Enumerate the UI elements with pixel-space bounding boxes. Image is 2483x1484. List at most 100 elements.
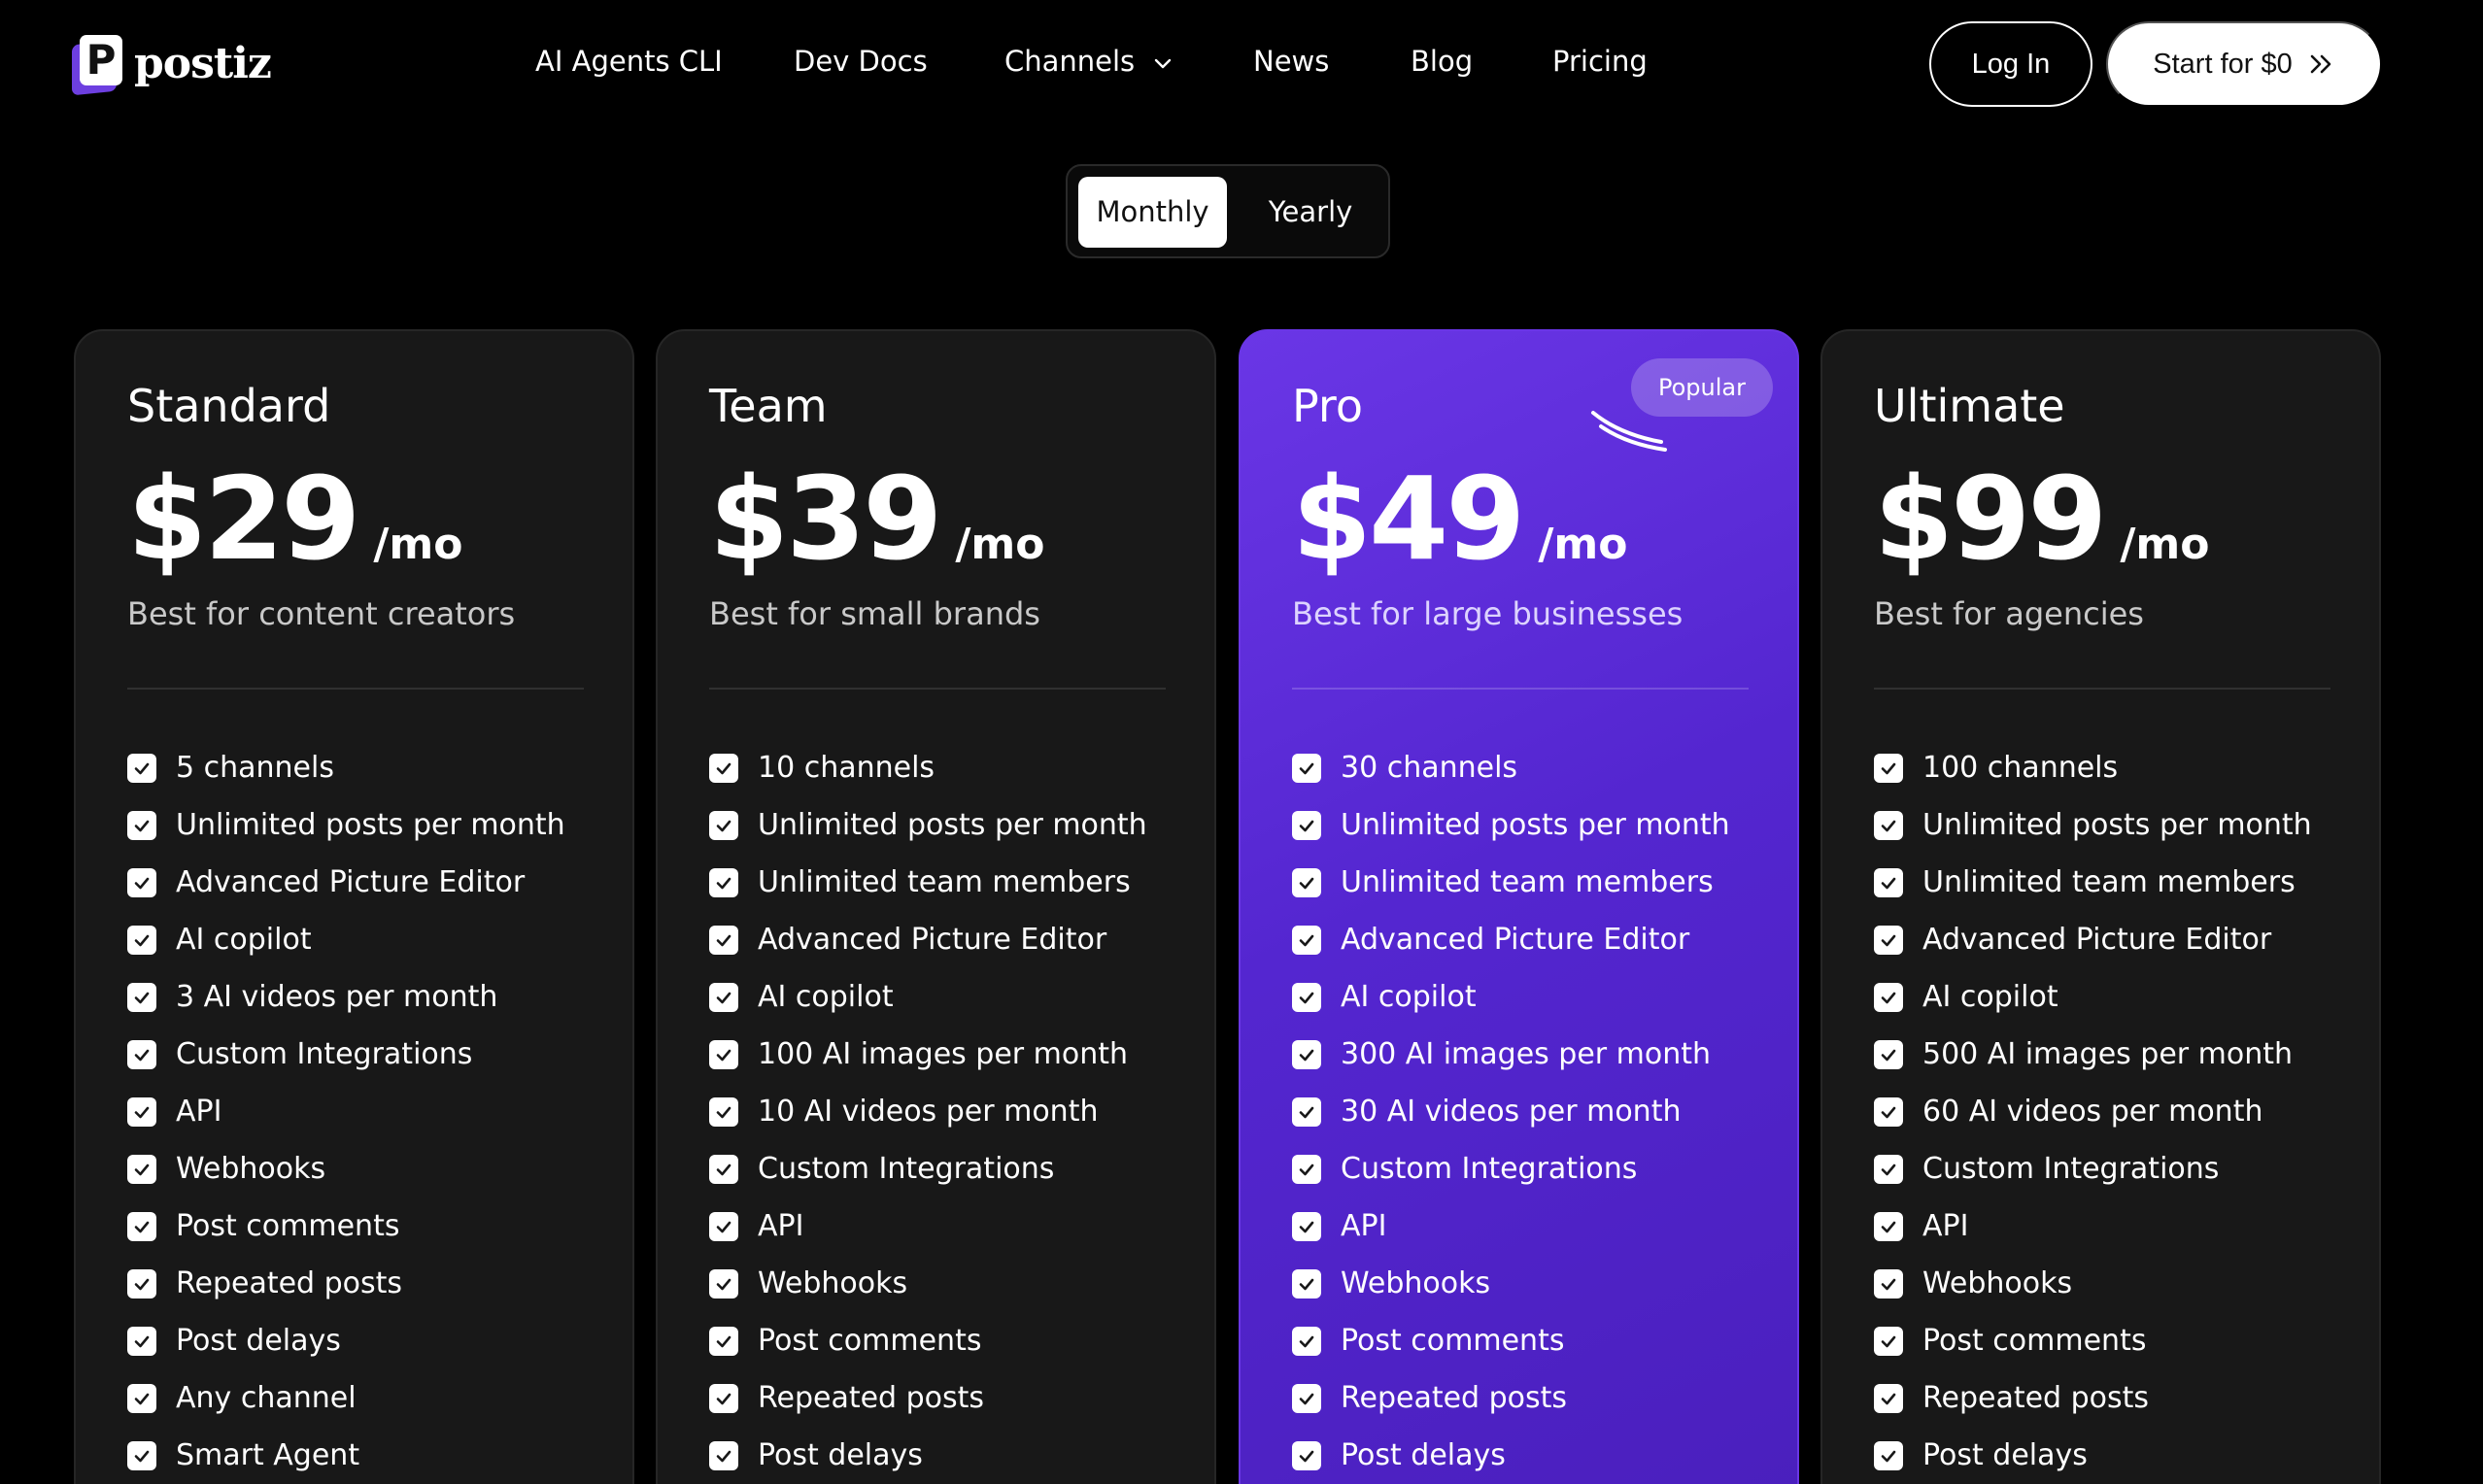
plan-period: /mo [2120, 520, 2210, 569]
check-icon [1292, 982, 1321, 1012]
check-icon [1874, 1211, 1903, 1241]
plan-feature-label: AI copilot [758, 980, 894, 1014]
plan-feature-label: Repeated posts [176, 1266, 403, 1300]
plan-feature-label: Post comments [758, 1324, 982, 1358]
billing-toggle: Monthly Yearly [1066, 164, 1390, 258]
plan-feature-item: Repeated posts [1874, 1369, 2312, 1427]
check-icon [1874, 1096, 1903, 1127]
plan-feature-item: Advanced Picture Editor [1874, 911, 2312, 968]
plan-feature-item: Advanced Picture Editor [709, 911, 1147, 968]
nav-ai-agents-cli[interactable]: AI Agents CLI [535, 37, 723, 85]
plan-name: Ultimate [1874, 380, 2065, 432]
plan-feature-label: 10 channels [758, 751, 935, 785]
plan-feature-item: Custom Integrations [127, 1026, 565, 1083]
plan-feature-item: Any channel [127, 1369, 565, 1427]
plan-feature-label: Advanced Picture Editor [176, 865, 526, 899]
plan-feature-label: Custom Integrations [176, 1037, 473, 1071]
plan-feature-item: AI copilot [1874, 968, 2312, 1026]
start-free-button[interactable]: Start for $0 [2106, 21, 2382, 107]
check-icon [1292, 867, 1321, 897]
plan-period: /mo [373, 520, 463, 569]
plan-name: Standard [127, 380, 331, 432]
plan-feature-label: 30 AI videos per month [1341, 1095, 1682, 1129]
plan-price: $39 [709, 452, 942, 586]
plan-feature-item: AI copilot [127, 911, 565, 968]
plan-price: $29 [127, 452, 360, 586]
check-icon [709, 1154, 738, 1184]
nav-channels[interactable]: Channels [1004, 37, 1173, 85]
check-icon [127, 867, 156, 897]
plan-feature-item: 60 AI videos per month [1874, 1083, 2312, 1140]
plan-feature-label: Post delays [1922, 1438, 2088, 1472]
check-icon [127, 1440, 156, 1470]
plan-feature-label: API [176, 1095, 222, 1129]
plan-tagline: Best for large businesses [1292, 595, 1684, 632]
plan-feature-label: Unlimited team members [1922, 865, 2296, 899]
check-icon [1874, 1039, 1903, 1069]
plan-feature-item: Post delays [1292, 1427, 1730, 1484]
nav-dev-docs[interactable]: Dev Docs [794, 37, 928, 85]
chevron-down-icon [1155, 58, 1172, 69]
plan-feature-item: 500 AI images per month [1874, 1026, 2312, 1083]
plan-feature-item: Webhooks [127, 1140, 565, 1197]
plan-feature-label: Advanced Picture Editor [758, 923, 1107, 957]
nav-news[interactable]: News [1253, 37, 1329, 85]
plan-feature-label: Unlimited posts per month [176, 808, 565, 842]
check-icon [127, 1211, 156, 1241]
plan-feature-item: Smart Agent [127, 1427, 565, 1484]
plan-feature-label: 10 AI videos per month [758, 1095, 1099, 1129]
login-button[interactable]: Log In [1929, 21, 2092, 107]
postiz-logo[interactable]: P postiz [72, 31, 272, 96]
plan-feature-item: Unlimited posts per month [127, 796, 565, 854]
plan-tagline: Best for small brands [709, 595, 1040, 632]
plan-feature-label: Smart Agent [176, 1438, 360, 1472]
check-icon [1874, 810, 1903, 840]
plan-feature-item: Unlimited team members [709, 854, 1147, 911]
plan-feature-item: 30 channels [1292, 739, 1730, 796]
plan-feature-list: 5 channels Unlimited posts per month Advan… [127, 739, 565, 1484]
plan-name: Team [709, 380, 828, 432]
check-icon [127, 1383, 156, 1413]
check-icon [709, 925, 738, 955]
plan-feature-label: Post comments [1922, 1324, 2147, 1358]
brand-name: postiz [134, 38, 272, 88]
plan-feature-label: 5 channels [176, 751, 334, 785]
plan-feature-label: 300 AI images per month [1341, 1037, 1712, 1071]
billing-monthly-tab[interactable]: Monthly [1078, 177, 1227, 248]
plan-feature-item: API [127, 1083, 565, 1140]
plan-feature-item: API [709, 1197, 1147, 1255]
check-icon [1292, 1154, 1321, 1184]
plan-feature-label: Advanced Picture Editor [1922, 923, 2272, 957]
plan-feature-label: Unlimited posts per month [758, 808, 1147, 842]
plan-period: /mo [1538, 520, 1628, 569]
plan-tagline: Best for agencies [1874, 595, 2144, 632]
billing-yearly-tab[interactable]: Yearly [1242, 177, 1378, 248]
nav-blog[interactable]: Blog [1411, 37, 1473, 85]
check-icon [709, 1096, 738, 1127]
plan-feature-label: Custom Integrations [758, 1152, 1055, 1186]
plan-feature-item: Unlimited posts per month [1874, 796, 2312, 854]
plan-feature-label: 3 AI videos per month [176, 980, 498, 1014]
check-icon [1292, 1096, 1321, 1127]
plan-price-row: $29 /mo [127, 461, 462, 576]
check-icon [1874, 982, 1903, 1012]
plan-feature-label: 100 channels [1922, 751, 2119, 785]
check-icon [127, 1039, 156, 1069]
plan-feature-list: 30 channels Unlimited posts per month Unli… [1292, 739, 1730, 1484]
plan-feature-label: 30 channels [1341, 751, 1518, 785]
plan-feature-label: Custom Integrations [1922, 1152, 2220, 1186]
check-icon [709, 1268, 738, 1298]
plan-feature-label: Post delays [1341, 1438, 1506, 1472]
plan-feature-item: Post comments [1874, 1312, 2312, 1369]
plan-feature-label: Webhooks [1922, 1266, 2073, 1300]
plan-feature-item: Unlimited team members [1292, 854, 1730, 911]
plan-feature-label: Advanced Picture Editor [1341, 923, 1690, 957]
nav-pricing[interactable]: Pricing [1552, 37, 1648, 85]
plan-feature-item: 100 channels [1874, 739, 2312, 796]
plan-feature-item: Post delays [127, 1312, 565, 1369]
double-chevron-right-icon [2310, 54, 2331, 74]
plan-feature-item: 10 AI videos per month [709, 1083, 1147, 1140]
plan-feature-item: 3 AI videos per month [127, 968, 565, 1026]
plan-feature-label: AI copilot [176, 923, 312, 957]
check-icon [1292, 1383, 1321, 1413]
